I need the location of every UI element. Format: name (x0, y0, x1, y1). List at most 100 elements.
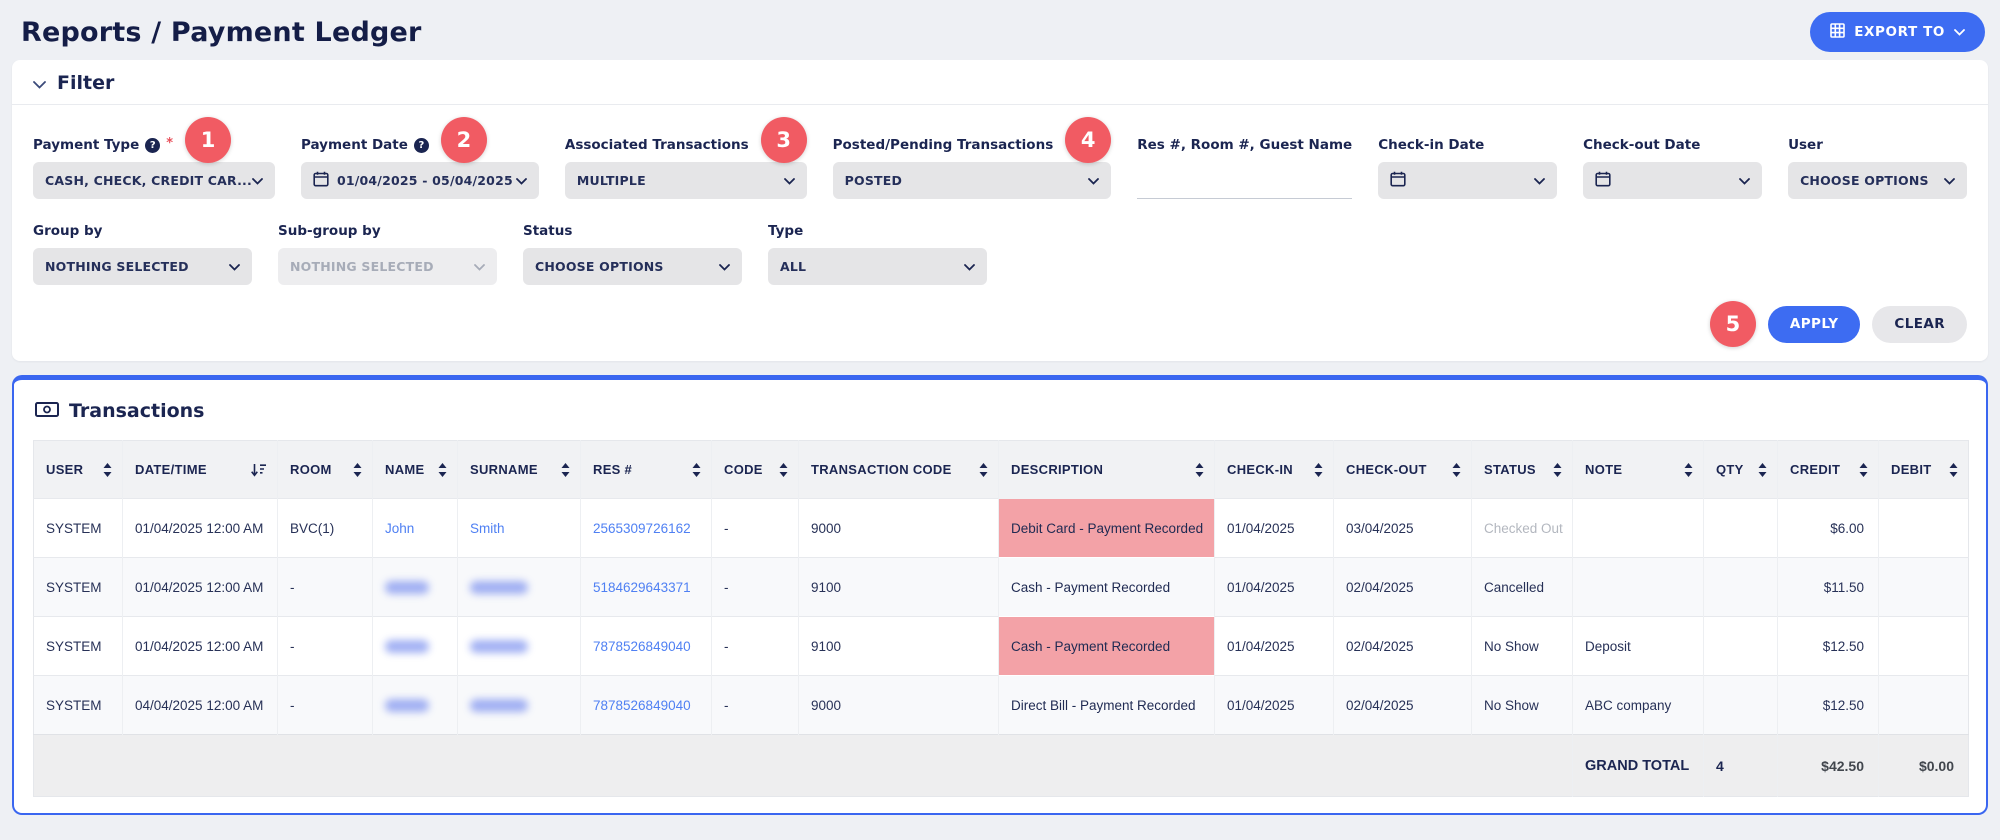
chevron-down-icon (784, 173, 795, 188)
cell-tcode: 9000 (799, 499, 999, 558)
name-link[interactable]: John (385, 521, 414, 536)
res-link[interactable]: 2565309726162 (593, 521, 691, 536)
col-header-res[interactable]: RES # (581, 441, 712, 499)
cell-credit: $6.00 (1778, 499, 1879, 558)
cell-note (1573, 558, 1704, 617)
col-header-note[interactable]: NOTE (1573, 441, 1704, 499)
cell-res[interactable]: 7878526849040 (581, 617, 712, 676)
cell-checkin: 01/04/2025 (1215, 617, 1334, 676)
redacted-name (385, 640, 429, 653)
calendar-icon (313, 171, 329, 190)
redacted-surname (470, 699, 528, 712)
group-by-select[interactable]: NOTHING SELECTED (33, 248, 252, 285)
col-header-surname[interactable]: SURNAME (458, 441, 581, 499)
cell-checkin: 01/04/2025 (1215, 499, 1334, 558)
col-header-user[interactable]: USER (34, 441, 123, 499)
redacted-surname (470, 581, 528, 594)
top-bar: Reports / Payment Ledger EXPORT TO (0, 0, 2000, 58)
payment-type-select[interactable]: CASH, CHECK, CREDIT CAR... (33, 162, 275, 199)
transaction-row: SYSTEM01/04/2025 12:00 AM-7878526849040-… (34, 617, 1969, 676)
cell-code: - (712, 499, 799, 558)
filter-panel: Filter Payment Type ? * 1 CASH, CHECK, C… (12, 60, 1988, 361)
checkout-date-picker[interactable] (1583, 162, 1762, 199)
col-header-checkin[interactable]: CHECK-IN (1215, 441, 1334, 499)
cell-credit: $11.50 (1778, 558, 1879, 617)
associated-transactions-select[interactable]: MULTIPLE (565, 162, 807, 199)
col-header-description[interactable]: DESCRIPTION (999, 441, 1215, 499)
required-asterisk: * (166, 136, 173, 151)
page-title: Reports / Payment Ledger (21, 17, 422, 48)
cell-surname[interactable]: Smith (458, 499, 581, 558)
checkin-date-picker[interactable] (1378, 162, 1557, 199)
user-label: User (1788, 137, 1823, 153)
help-icon[interactable]: ? (414, 138, 429, 153)
col-header-checkout[interactable]: CHECK-OUT (1334, 441, 1472, 499)
cell-qty (1704, 558, 1778, 617)
grand-total-label: GRAND TOTAL (1573, 735, 1704, 797)
chevron-down-icon (1088, 173, 1099, 188)
cell-code: - (712, 676, 799, 735)
chevron-down-icon (719, 259, 730, 274)
cell-code: - (712, 558, 799, 617)
col-header-code[interactable]: CODE (712, 441, 799, 499)
cell-qty (1704, 676, 1778, 735)
transaction-row: SYSTEM01/04/2025 12:00 AM-5184629643371-… (34, 558, 1969, 617)
res-link[interactable]: 7878526849040 (593, 639, 691, 654)
type-select[interactable]: ALL (768, 248, 987, 285)
res-room-guest-input[interactable] (1137, 162, 1352, 199)
cell-res[interactable]: 2565309726162 (581, 499, 712, 558)
status-label: Status (523, 223, 572, 239)
col-header-debit[interactable]: DEBIT (1879, 441, 1969, 499)
chevron-down-icon (1954, 24, 1965, 40)
step-badge-5: 5 (1710, 301, 1756, 347)
posted-pending-select[interactable]: POSTED (833, 162, 1112, 199)
collapse-chevron-icon (33, 74, 46, 93)
cell-note: ABC company (1573, 676, 1704, 735)
col-header-qty[interactable]: QTY (1704, 441, 1778, 499)
col-header-name[interactable]: NAME (373, 441, 458, 499)
checkin-date-label: Check-in Date (1378, 137, 1484, 153)
filter-header[interactable]: Filter (12, 60, 1988, 105)
cell-name (373, 617, 458, 676)
calendar-icon (1595, 171, 1611, 190)
chevron-down-icon (252, 173, 263, 188)
cell-user: SYSTEM (34, 676, 123, 735)
cell-user: SYSTEM (34, 617, 123, 676)
cell-res[interactable]: 5184629643371 (581, 558, 712, 617)
cell-name[interactable]: John (373, 499, 458, 558)
chevron-down-icon (516, 173, 527, 188)
col-header-tcode[interactable]: TRANSACTION CODE (799, 441, 999, 499)
filter-field-res-room-guest: Res #, Room #, Guest Name (1137, 135, 1352, 199)
cell-tcode: 9100 (799, 617, 999, 676)
filter-field-user: User CHOOSE OPTIONS (1788, 135, 1967, 199)
export-to-label: EXPORT TO (1854, 24, 1945, 40)
export-to-button[interactable]: EXPORT TO (1810, 12, 1985, 52)
step-badge-4: 4 (1065, 117, 1111, 163)
cell-room: - (278, 617, 373, 676)
res-link[interactable]: 7878526849040 (593, 698, 691, 713)
payment-date-picker[interactable]: 01/04/2025 - 05/04/2025 (301, 162, 539, 199)
status-select[interactable]: CHOOSE OPTIONS (523, 248, 742, 285)
cell-status: No Show (1472, 617, 1573, 676)
clear-button[interactable]: CLEAR (1872, 306, 1967, 343)
cell-status: No Show (1472, 676, 1573, 735)
res-link[interactable]: 5184629643371 (593, 580, 691, 595)
filter-field-posted-pending: Posted/Pending Transactions 4 POSTED (833, 135, 1112, 199)
help-icon[interactable]: ? (145, 138, 160, 153)
payment-date-label: Payment Date (301, 137, 408, 153)
surname-link[interactable]: Smith (470, 521, 505, 536)
col-header-status[interactable]: STATUS (1472, 441, 1573, 499)
col-header-credit[interactable]: CREDIT (1778, 441, 1879, 499)
step-badge-3: 3 (761, 117, 807, 163)
col-header-room[interactable]: ROOM (278, 441, 373, 499)
apply-button[interactable]: APPLY (1768, 306, 1861, 343)
redacted-name (385, 699, 429, 712)
filter-field-associated-transactions: Associated Transactions 3 MULTIPLE (565, 135, 807, 199)
col-header-datetime[interactable]: DATE/TIME (123, 441, 278, 499)
cell-res[interactable]: 7878526849040 (581, 676, 712, 735)
user-select[interactable]: CHOOSE OPTIONS (1788, 162, 1967, 199)
cell-checkin: 01/04/2025 (1215, 558, 1334, 617)
cell-debit (1879, 558, 1969, 617)
cell-description: Cash - Payment Recorded (999, 558, 1215, 617)
associated-transactions-label: Associated Transactions (565, 137, 749, 153)
